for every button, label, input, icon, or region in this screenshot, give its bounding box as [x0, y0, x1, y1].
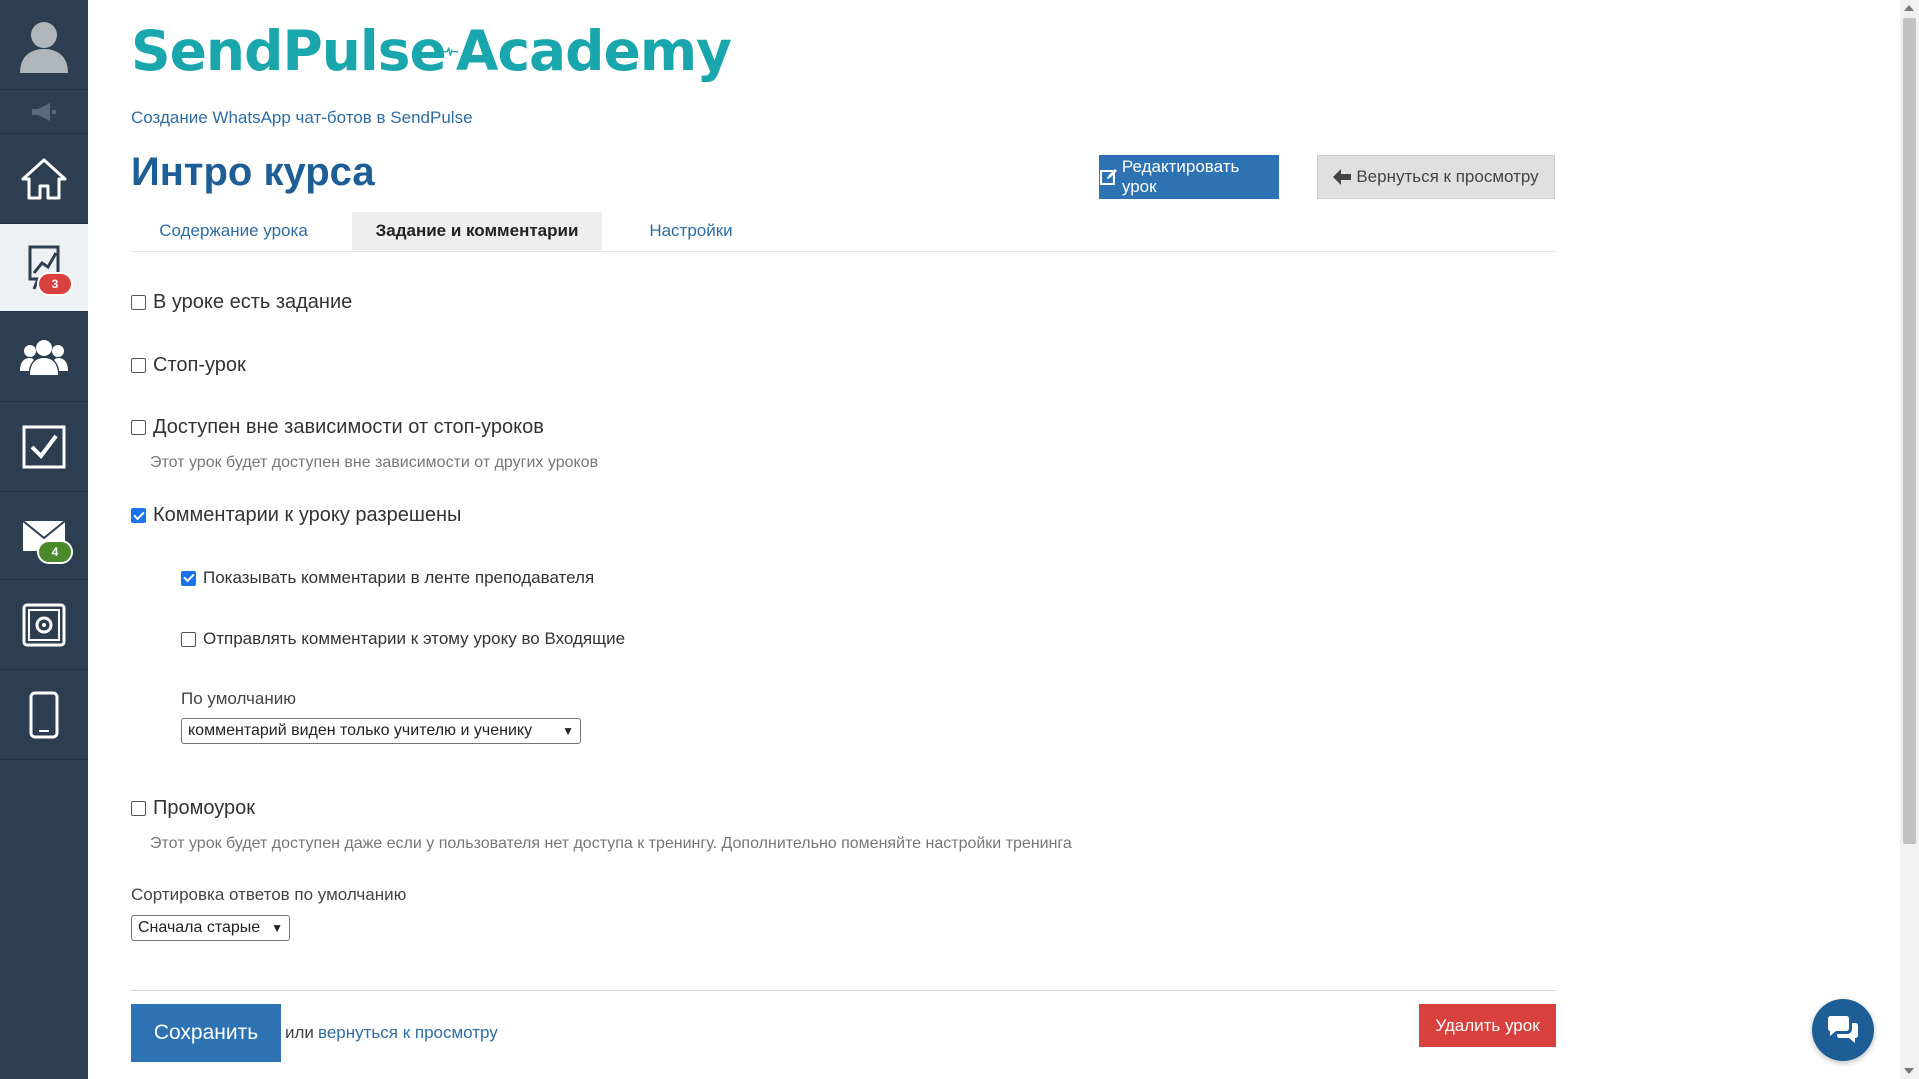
edit-lesson-button[interactable]: Редактировать урок: [1099, 155, 1279, 199]
save-button[interactable]: Сохранить: [131, 1004, 281, 1062]
users-group-icon: [20, 339, 68, 375]
sidebar-item-statistics[interactable]: 3: [0, 224, 88, 312]
checkbox-icon: [22, 425, 66, 468]
sort-value: Сначала старые: [138, 919, 261, 936]
mobile-phone-icon: [29, 691, 59, 738]
comments-allowed-checkbox[interactable]: [131, 508, 146, 523]
chat-bubbles-icon: [1828, 1016, 1858, 1043]
edit-lesson-label: Редактировать урок: [1121, 157, 1240, 196]
send-to-inbox-checkbox[interactable]: [181, 631, 196, 647]
default-visibility-label: По умолчанию: [181, 689, 296, 708]
sort-select[interactable]: Сначала старые ▼: [131, 915, 290, 941]
logo[interactable]: SendPulse Academy: [131, 16, 732, 86]
megaphone-icon: [32, 102, 56, 121]
promo-row[interactable]: Промоурок: [131, 797, 255, 820]
stop-lesson-label: Стоп-урок: [153, 354, 246, 376]
promo-label: Промоурок: [153, 797, 256, 819]
scrollbar[interactable]: [1900, 0, 1919, 1079]
has-task-label: В уроке есть задание: [153, 291, 353, 313]
sidebar-item-announcements[interactable]: [0, 90, 88, 134]
promo-hint: Этот урок будет доступен даже если у пол…: [150, 835, 1072, 852]
logo-text-right: Academy: [455, 19, 732, 83]
user-avatar-icon: [20, 21, 68, 73]
stop-lesson-checkbox[interactable]: [131, 358, 146, 373]
divider: [131, 990, 1556, 991]
scroll-thumb[interactable]: [1903, 18, 1916, 844]
sort-label: Сортировка ответов по умолчанию: [131, 885, 407, 904]
back-to-view-link[interactable]: вернуться к просмотру: [318, 1023, 498, 1043]
show-in-feed-checkbox[interactable]: [181, 570, 196, 586]
promo-checkbox[interactable]: [131, 801, 146, 816]
send-to-inbox-row[interactable]: Отправлять комментарии к этому уроку во …: [181, 629, 625, 649]
sidebar-item-profile[interactable]: [0, 0, 88, 90]
sidebar-item-home[interactable]: [0, 134, 88, 224]
logo-text-left: SendPulse: [131, 19, 447, 83]
show-in-feed-row[interactable]: Показывать комментарии в ленте преподава…: [181, 568, 594, 588]
delete-lesson-button[interactable]: Удалить урок: [1419, 1004, 1556, 1047]
independent-checkbox[interactable]: [131, 420, 146, 435]
chat-button[interactable]: [1812, 999, 1874, 1061]
notification-badge: 3: [37, 272, 73, 296]
settings-safe-icon: [22, 603, 66, 646]
sidebar-item-messages[interactable]: 4: [0, 492, 88, 580]
arrow-left-icon: [1333, 169, 1352, 185]
has-task-checkbox[interactable]: [131, 295, 146, 310]
page-title: Интро курса: [131, 150, 375, 194]
sidebar-item-tasks[interactable]: [0, 402, 88, 492]
independent-hint: Этот урок будет доступен вне зависимости…: [150, 454, 599, 471]
sidebar-item-users[interactable]: [0, 312, 88, 402]
tab-settings[interactable]: Настройки: [616, 212, 766, 250]
breadcrumb[interactable]: Создание WhatsApp чат-ботов в SendPulse: [131, 108, 473, 128]
sidebar-item-settings[interactable]: [0, 580, 88, 670]
default-visibility-value: комментарий виден только учителю и учени…: [188, 722, 533, 739]
tab-task-comments[interactable]: Задание и комментарии: [352, 212, 602, 250]
show-in-feed-label: Показывать комментарии в ленте преподава…: [203, 568, 595, 587]
sidebar: 3 4: [0, 0, 88, 1079]
back-to-view-label: Вернуться к просмотру: [1356, 167, 1539, 186]
scroll-up-icon[interactable]: [1904, 5, 1914, 11]
tabs: Содержание урока Задание и комментарии Н…: [131, 212, 1556, 252]
notification-badge: 4: [37, 540, 73, 564]
tab-content[interactable]: Содержание урока: [131, 212, 336, 250]
chevron-down-icon: ▼: [271, 921, 283, 935]
comments-allowed-label: Комментарии к уроку разрешены: [153, 504, 462, 526]
or-text: или: [285, 1023, 314, 1042]
back-to-view-button[interactable]: Вернуться к просмотру: [1317, 155, 1555, 199]
send-to-inbox-label: Отправлять комментарии к этому уроку во …: [203, 629, 626, 648]
chevron-down-icon: ▼: [562, 724, 574, 738]
sidebar-item-mobile[interactable]: [0, 670, 88, 760]
edit-icon: [1100, 169, 1117, 185]
independent-row[interactable]: Доступен вне зависимости от стоп-уроков: [131, 416, 544, 439]
comments-allowed-row[interactable]: Комментарии к уроку разрешены: [131, 504, 461, 527]
has-task-row[interactable]: В уроке есть задание: [131, 291, 352, 314]
independent-label: Доступен вне зависимости от стоп-уроков: [153, 416, 544, 438]
stop-lesson-row[interactable]: Стоп-урок: [131, 354, 246, 377]
default-visibility-select[interactable]: комментарий виден только учителю и учени…: [181, 718, 581, 744]
home-icon: [21, 158, 67, 199]
scroll-down-icon[interactable]: [1904, 1068, 1914, 1074]
